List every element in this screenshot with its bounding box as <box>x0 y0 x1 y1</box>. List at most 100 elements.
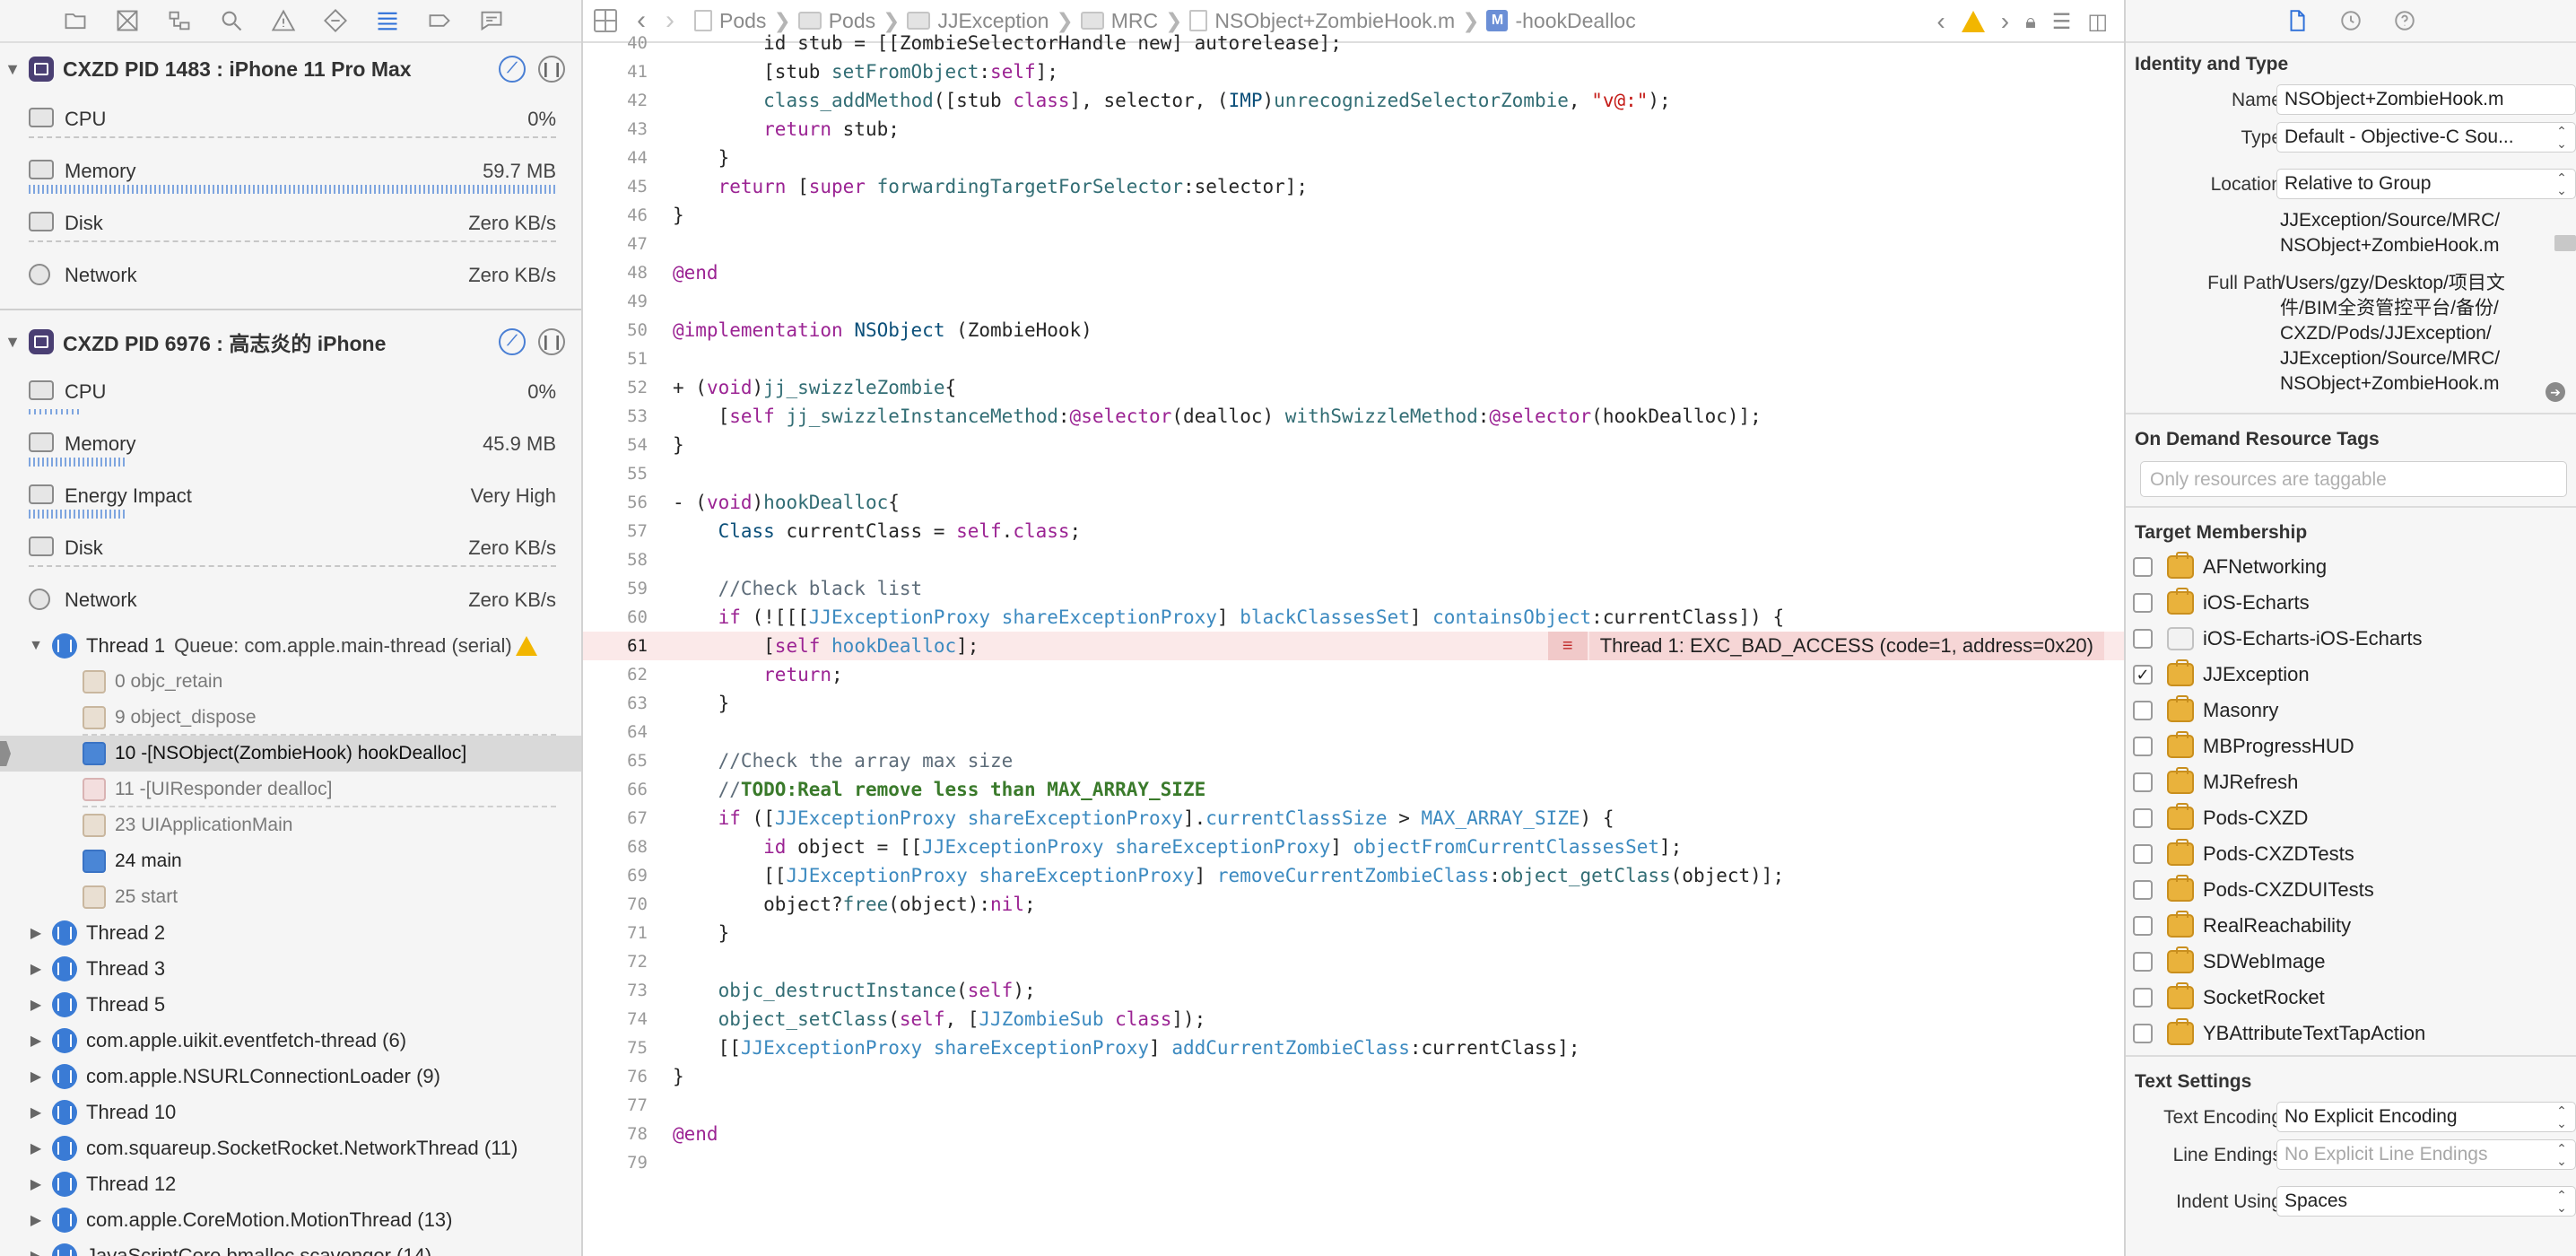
gauge-speed-icon[interactable]: ⟋ <box>499 56 526 83</box>
target-membership-item[interactable]: MJRefresh <box>2126 764 2576 800</box>
error-annotation[interactable]: ≡ Thread 1: EXC_BAD_ACCESS (code=1, addre… <box>1547 632 2104 660</box>
location-label: Location <box>2210 174 2282 195</box>
disclosure-right-icon[interactable]: ▶ <box>27 1175 45 1193</box>
issue-warning-icon[interactable] <box>265 3 301 39</box>
disclosure-right-icon[interactable]: ▶ <box>27 1247 45 1256</box>
file-inspector-icon[interactable] <box>2284 7 2311 34</box>
stack-frame[interactable]: 25 start <box>0 879 581 915</box>
process-header[interactable]: ▼ CXZD PID 6976 : 高志炎的 iPhone ⟋ ❙❙ <box>0 316 581 368</box>
test-diamond-icon[interactable] <box>318 3 353 39</box>
location-popup[interactable]: Relative to Group <box>2276 169 2576 199</box>
pause-icon[interactable]: ❙❙ <box>538 56 565 83</box>
thread-row[interactable]: ▶ Thread 10 <box>0 1095 581 1130</box>
disclosure-right-icon[interactable]: ▶ <box>27 1211 45 1229</box>
disclosure-down-icon[interactable]: ▼ <box>0 333 25 352</box>
target-membership-item[interactable]: MBProgressHUD <box>2126 728 2576 764</box>
error-line[interactable]: 61 [self hookDealloc]; ≡ Thread 1: EXC_BA… <box>583 632 2124 660</box>
thread-row[interactable]: ▶ Thread 12 <box>0 1166 581 1202</box>
folder-icon[interactable] <box>57 3 93 39</box>
gauge-network[interactable]: Network Zero KB/s <box>0 576 581 628</box>
pause-icon[interactable]: ❙❙ <box>538 328 565 355</box>
resource-tags-field[interactable]: Only resources are taggable <box>2140 461 2567 497</box>
stack-frame[interactable]: 23 UIApplicationMain <box>0 807 581 843</box>
disclosure-down-icon[interactable]: ▼ <box>27 638 45 654</box>
target-checkbox[interactable] <box>2133 952 2153 972</box>
thread-row[interactable]: ▼ Thread 1 Queue: com.apple.main-thread … <box>0 628 581 664</box>
indent-popup[interactable]: Spaces <box>2276 1186 2576 1217</box>
search-icon[interactable] <box>213 3 249 39</box>
target-membership-item[interactable]: SocketRocket <box>2126 980 2576 1016</box>
folder-icon[interactable] <box>2554 235 2576 251</box>
target-checkbox[interactable] <box>2133 916 2153 936</box>
thread-row[interactable]: ▶ com.squareup.SocketRocket.NetworkThread… <box>0 1130 581 1166</box>
target-membership-item[interactable]: iOS-Echarts <box>2126 585 2576 621</box>
target-membership-item[interactable]: iOS-Echarts-iOS-Echarts <box>2126 621 2576 657</box>
disclosure-right-icon[interactable]: ▶ <box>27 1068 45 1086</box>
history-clock-icon[interactable] <box>2337 7 2364 34</box>
breakpoint-icon[interactable] <box>422 3 457 39</box>
target-checkbox[interactable] <box>2133 1024 2153 1043</box>
report-icon[interactable] <box>474 3 509 39</box>
gauge-cpu[interactable]: CPU 0% <box>0 95 581 147</box>
target-membership-item[interactable]: RealReachability <box>2126 908 2576 944</box>
thread-row[interactable]: ▶ Thread 2 <box>0 915 581 951</box>
type-popup[interactable]: Default - Objective-C Sou... <box>2276 122 2576 153</box>
target-membership-item[interactable]: Masonry <box>2126 693 2576 728</box>
quick-help-icon[interactable] <box>2391 7 2418 34</box>
thread-row[interactable]: ▶ com.apple.NSURLConnectionLoader (9) <box>0 1059 581 1095</box>
target-checkbox[interactable] <box>2133 880 2153 900</box>
source-control-icon[interactable] <box>109 3 145 39</box>
disclosure-right-icon[interactable]: ▶ <box>27 1032 45 1050</box>
stack-frame[interactable]: 24 main <box>0 843 581 879</box>
stack-frame-selected[interactable]: 10 -[NSObject(ZombieHook) hookDealloc] <box>0 736 581 772</box>
thread-row[interactable]: ▶ com.apple.CoreMotion.MotionThread (13) <box>0 1202 581 1238</box>
encoding-popup[interactable]: No Explicit Encoding <box>2276 1102 2576 1132</box>
gauge-memory[interactable]: Memory 45.9 MB <box>0 420 581 472</box>
gauge-disk[interactable]: Disk Zero KB/s <box>0 524 581 576</box>
thread-row[interactable]: ▶ Thread 3 <box>0 951 581 987</box>
gauge-speed-icon[interactable]: ⟋ <box>499 328 526 355</box>
symbol-navigator-icon[interactable] <box>161 3 197 39</box>
target-checkbox[interactable] <box>2133 844 2153 864</box>
target-membership-item[interactable]: Pods-CXZD <box>2126 800 2576 836</box>
reveal-arrow-icon[interactable]: ➔ <box>2546 382 2565 402</box>
disclosure-right-icon[interactable]: ▶ <box>27 960 45 978</box>
target-checkbox[interactable] <box>2133 701 2153 720</box>
debug-navigator-icon[interactable] <box>370 3 405 39</box>
gauge-memory[interactable]: Memory 59.7 MB <box>0 147 581 199</box>
target-checkbox[interactable] <box>2133 808 2153 828</box>
target-membership-item[interactable]: Pods-CXZDTests <box>2126 836 2576 872</box>
divider <box>0 309 581 310</box>
target-checkbox[interactable] <box>2133 593 2153 613</box>
target-membership-item[interactable]: YBAttributeTextTapAction <box>2126 1016 2576 1051</box>
code-area[interactable]: 40 id stub = [[ZombieSelectorHandle new]… <box>583 32 2124 1256</box>
stack-frame[interactable]: 11 -[UIResponder dealloc] <box>0 772 581 807</box>
target-checkbox[interactable] <box>2133 629 2153 649</box>
stack-frame[interactable]: 9 object_dispose <box>0 700 581 736</box>
stack-frame[interactable]: 0 objc_retain <box>0 664 581 700</box>
disclosure-right-icon[interactable]: ▶ <box>27 1139 45 1157</box>
gauge-network[interactable]: Network Zero KB/s <box>0 251 581 303</box>
target-checkbox[interactable] <box>2133 557 2153 577</box>
disclosure-right-icon[interactable]: ▶ <box>27 1103 45 1121</box>
target-checkbox[interactable] <box>2133 988 2153 1007</box>
disclosure-down-icon[interactable]: ▼ <box>0 60 25 79</box>
target-membership-item[interactable]: ✓ JJException <box>2126 657 2576 693</box>
target-checkbox[interactable] <box>2133 772 2153 792</box>
target-membership-item[interactable]: SDWebImage <box>2126 944 2576 980</box>
disclosure-right-icon[interactable]: ▶ <box>27 924 45 942</box>
gauge-cpu[interactable]: CPU 0% <box>0 368 581 420</box>
disclosure-right-icon[interactable]: ▶ <box>27 996 45 1014</box>
thread-row[interactable]: ▶ Thread 5 <box>0 987 581 1023</box>
line-endings-popup[interactable]: No Explicit Line Endings <box>2276 1139 2576 1170</box>
gauge-energy[interactable]: Energy Impact Very High <box>0 472 581 524</box>
target-checkbox[interactable]: ✓ <box>2133 665 2153 685</box>
thread-row[interactable]: ▶ com.apple.uikit.eventfetch-thread (6) <box>0 1023 581 1059</box>
target-membership-item[interactable]: AFNetworking <box>2126 549 2576 585</box>
target-checkbox[interactable] <box>2133 737 2153 756</box>
process-header[interactable]: ▼ CXZD PID 1483 : iPhone 11 Pro Max ⟋ ❙❙ <box>0 43 581 95</box>
name-field[interactable]: NSObject+ZombieHook.m <box>2276 84 2576 115</box>
thread-row[interactable]: ▶ JavaScriptCore bmalloc scavenger (14) <box>0 1238 581 1256</box>
gauge-disk[interactable]: Disk Zero KB/s <box>0 199 581 251</box>
target-membership-item[interactable]: Pods-CXZDUITests <box>2126 872 2576 908</box>
